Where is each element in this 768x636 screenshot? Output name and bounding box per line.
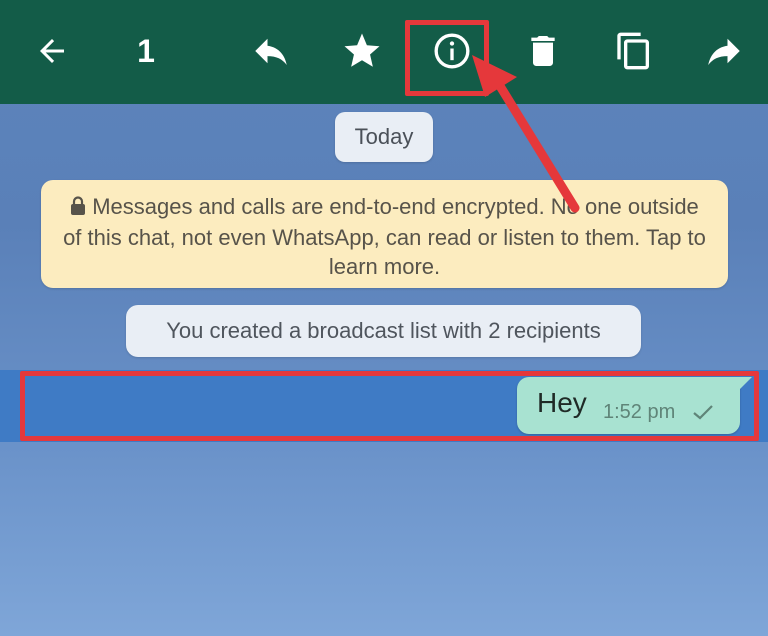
back-button[interactable] — [24, 20, 80, 82]
single-check-icon — [692, 403, 714, 426]
encryption-notice-text: Messages and calls are end-to-end encryp… — [63, 194, 706, 279]
copy-icon — [617, 32, 649, 70]
message-time: 1:52 pm — [603, 401, 676, 423]
info-button[interactable] — [424, 20, 480, 82]
forward-icon — [708, 38, 740, 65]
trash-icon — [531, 36, 555, 66]
selection-toolbar: 1 — [0, 0, 768, 104]
star-icon — [344, 33, 380, 67]
star-button[interactable] — [334, 20, 390, 82]
copy-button[interactable] — [606, 20, 662, 82]
forward-button[interactable] — [696, 20, 752, 82]
date-divider: Today — [335, 112, 433, 162]
broadcast-system-message: You created a broadcast list with 2 reci… — [126, 305, 641, 357]
reply-button[interactable] — [243, 20, 299, 82]
selected-count: 1 — [137, 33, 155, 69]
encryption-notice[interactable]: Messages and calls are end-to-end encryp… — [41, 180, 728, 288]
message-bubble[interactable]: Hey 1:52 pm — [517, 377, 740, 434]
lock-icon — [70, 194, 86, 223]
reply-icon — [255, 38, 287, 65]
delete-button[interactable] — [515, 20, 571, 82]
info-icon — [434, 33, 470, 69]
message-bubble-tail — [738, 377, 752, 391]
arrow-left-icon — [40, 39, 64, 63]
message-text: Hey — [537, 387, 587, 418]
